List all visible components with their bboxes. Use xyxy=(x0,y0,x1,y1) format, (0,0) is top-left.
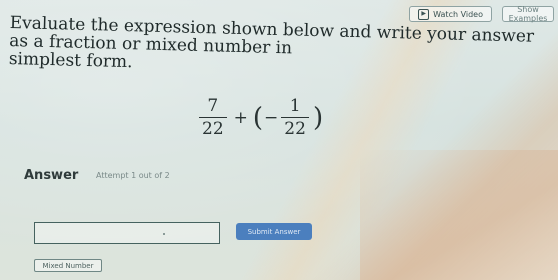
attempt-counter: Attempt 1 out of 2 xyxy=(96,171,170,180)
input-cursor-mark xyxy=(163,233,165,235)
close-paren: ) xyxy=(312,102,324,133)
question-prompt: Evaluate the expression shown below and … xyxy=(8,13,540,82)
answer-label: Answer xyxy=(24,168,79,183)
mixed-number-button[interactable]: Mixed Number xyxy=(34,259,102,272)
show-examples-button[interactable]: Show Examples xyxy=(502,5,554,23)
plus-operator: + xyxy=(233,107,248,128)
negative-sign: − xyxy=(264,107,279,128)
term2-numerator: 1 xyxy=(289,96,301,116)
fraction-term-2: 1 22 xyxy=(281,96,309,139)
term1-numerator: 7 xyxy=(207,96,219,116)
open-paren: ( xyxy=(252,102,264,133)
answer-input[interactable] xyxy=(34,222,220,244)
math-expression: 7 22 + ( − 1 22 ) xyxy=(196,96,324,139)
show-examples-label: Show Examples xyxy=(508,5,548,23)
play-video-icon: ▶ xyxy=(418,8,430,20)
term2-denominator: 22 xyxy=(281,117,309,139)
fraction-term-1: 7 22 xyxy=(199,96,227,139)
watch-video-label: Watch Video xyxy=(433,9,483,19)
question-toolbar: ▶ Watch Video Show Examples xyxy=(409,5,554,23)
watch-video-button[interactable]: ▶ Watch Video xyxy=(409,6,492,22)
term1-denominator: 22 xyxy=(199,117,227,139)
submit-answer-button[interactable]: Submit Answer xyxy=(236,223,312,240)
prompt-line-2: simplest form. xyxy=(8,48,133,73)
background-shadow xyxy=(360,150,558,280)
